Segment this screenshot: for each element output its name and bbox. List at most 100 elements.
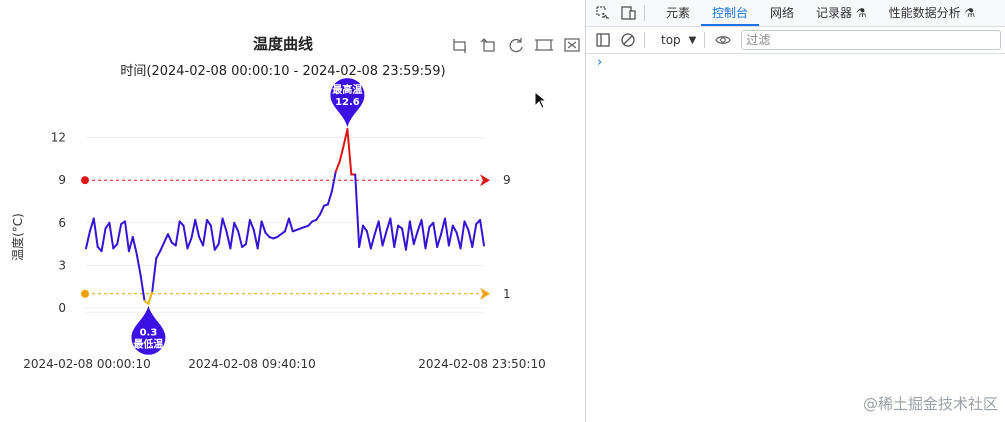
line-chart: 0 3 6 9 12 温度(°C) 2024-02-08 00:00:10 2024-02-0… [10, 78, 546, 371]
tab-elements[interactable]: 元素 [655, 0, 701, 26]
eye-icon[interactable] [715, 32, 732, 48]
chart-area: 温度曲线 时间(2024-02-08 00:00:10 - 2024-02-08… [0, 0, 585, 422]
mark-line-start-dot [81, 289, 89, 298]
series-line-segment [401, 227, 407, 251]
series-line-segment [424, 226, 431, 250]
tab-performance-insights[interactable]: 性能数据分析 ⚗ [878, 0, 987, 26]
series-line-segment [354, 173, 361, 248]
mouse-cursor-icon [534, 91, 548, 109]
series-line-segment [166, 233, 173, 244]
series-line-segment [393, 224, 400, 248]
series-line-segment [334, 160, 341, 173]
devtools-panel: 元素 控制台 网络 记录器 ⚗ 性能数据分析 ⚗ top ▼ › @稀土掘金技术… [585, 0, 1005, 422]
series-line-segment [381, 230, 388, 247]
series-line-segment [365, 230, 372, 250]
series-line-segment [135, 253, 142, 277]
series-line-segment [248, 218, 255, 231]
series-line-segment [447, 224, 454, 247]
tab-recorder[interactable]: 记录器 ⚗ [805, 0, 878, 26]
series-line-segment [244, 218, 251, 246]
inspect-element-icon[interactable] [595, 5, 611, 21]
watermark: @稀土掘金技术社区 [862, 395, 998, 413]
series-line-segment [471, 223, 478, 248]
mark-line-label: 9 [503, 173, 511, 187]
tab-console[interactable]: 控制台 [701, 0, 760, 26]
flask-icon: ⚗ [855, 6, 867, 20]
console-prompt-chevron-icon[interactable]: › [597, 55, 602, 70]
series-line-segment [182, 224, 189, 250]
series-line-segment [412, 230, 419, 246]
series-line-segment [287, 217, 294, 233]
series-line-segment [108, 221, 115, 250]
series-line-segment [404, 220, 411, 251]
series-line-segment [420, 218, 427, 250]
flask-icon: ⚗ [964, 6, 976, 20]
tab-performance-label: 性能数据分析 [888, 6, 961, 20]
clear-console-icon[interactable] [620, 32, 636, 48]
series-line-segment [155, 250, 162, 260]
y-tick-label: 6 [58, 216, 66, 230]
max-marker-value: 12.6 [335, 97, 360, 108]
series-line-segment [127, 236, 134, 253]
series-line-segment [459, 220, 466, 250]
series-line-segment [369, 233, 376, 250]
series-line-segment [233, 221, 240, 233]
sidebar-toggle-icon[interactable] [595, 32, 611, 48]
series-line-segment [377, 220, 384, 247]
device-toolbar-icon[interactable] [620, 5, 636, 21]
y-tick-label: 12 [51, 131, 66, 145]
x-tick-label: 2024-02-08 23:50:10 [418, 357, 545, 371]
min-marker-label: 0.3 [140, 328, 158, 339]
series-line-segment [139, 274, 146, 302]
y-tick-label: 3 [58, 258, 66, 272]
series-line-segment [315, 213, 322, 221]
series-line-segment [116, 223, 123, 246]
devtools-tab-bar: 元素 控制台 网络 记录器 ⚗ 性能数据分析 ⚗ [586, 0, 1005, 27]
series-line-segment [159, 241, 166, 253]
series-line-segment [151, 257, 158, 292]
context-select[interactable]: top ▼ [661, 33, 696, 47]
series-line-segment [326, 190, 333, 206]
tab-network[interactable]: 网络 [759, 0, 805, 26]
series-line-segment [124, 220, 130, 253]
series-line-segment [202, 218, 208, 247]
series-line-segment [284, 217, 290, 233]
tab-recorder-label: 记录器 [816, 6, 853, 20]
series-line-segment [362, 224, 368, 233]
x-tick-label: 2024-02-08 00:00:10 [23, 357, 150, 371]
series-line-segment [209, 224, 216, 251]
series-line-segment [131, 236, 138, 256]
series-line-segment [432, 221, 439, 248]
series-line-segment [229, 221, 236, 250]
series-line-segment [408, 220, 415, 246]
series-line-segment [330, 170, 337, 193]
y-axis-label: 温度(°C) [10, 213, 25, 261]
series-line-segment [319, 204, 326, 216]
mark-line-arrow-icon [480, 287, 490, 300]
mark-line-label: 1 [503, 287, 511, 301]
series-line-segment [479, 218, 485, 247]
series-line-segment [436, 233, 443, 248]
series-line-segment [451, 224, 458, 234]
mark-line-start-dot [81, 176, 89, 185]
filter-input[interactable] [741, 30, 1002, 50]
series-line-segment [147, 289, 154, 305]
series-line-segment [237, 230, 244, 248]
x-tick-label: 2024-02-08 09:40:10 [188, 357, 315, 371]
series-line-segment [186, 237, 193, 250]
dropdown-triangle-icon: ▼ [688, 34, 697, 46]
y-tick-label: 9 [58, 173, 66, 187]
series-line-segment [174, 220, 181, 247]
series-line-segment [338, 145, 345, 163]
min-marker-value: 最低温 [133, 338, 163, 351]
series-line-segment [163, 233, 169, 244]
series-line-segment [85, 230, 91, 250]
series-line-segment [467, 228, 474, 248]
console-toolbar: top ▼ [586, 27, 1005, 54]
series-line-segment [256, 220, 263, 250]
series-line-segment [221, 217, 228, 233]
y-tick-label: 0 [58, 301, 66, 315]
series-line-segment [346, 128, 353, 176]
context-select-value: top [661, 33, 681, 47]
max-marker-label: 最高温 [332, 83, 362, 96]
